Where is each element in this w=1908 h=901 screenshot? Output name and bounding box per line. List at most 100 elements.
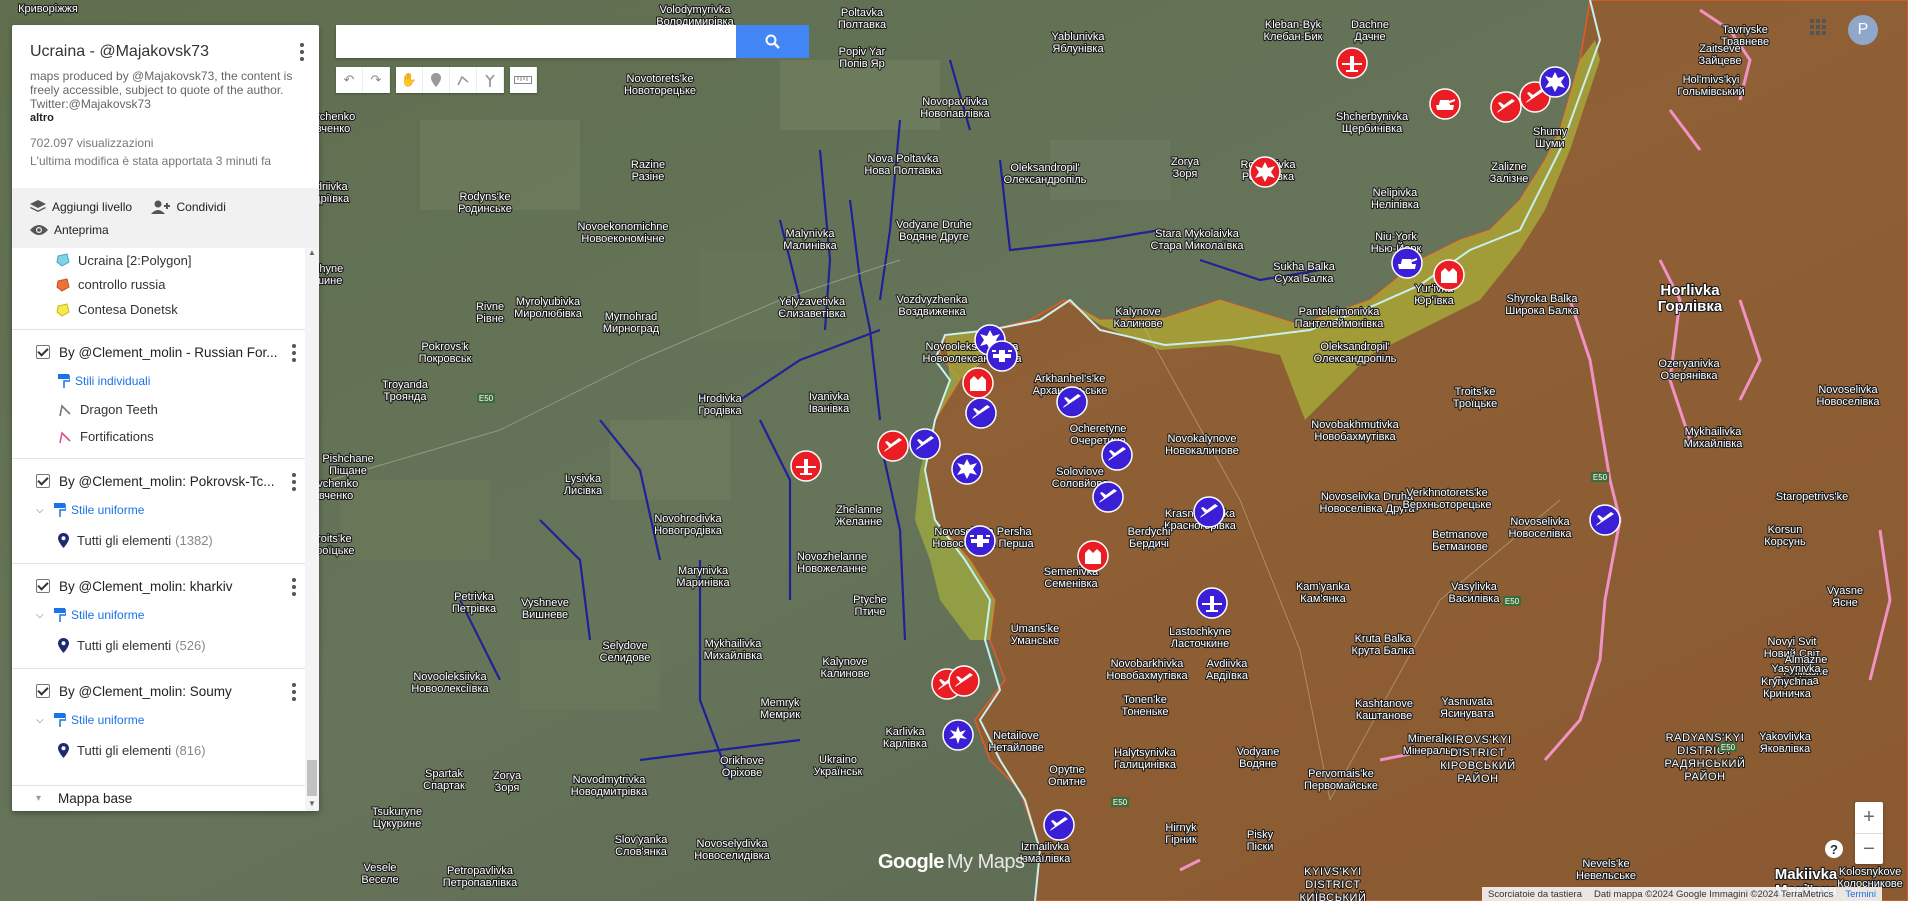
layer-title-row[interactable]: By @Clement_molin: Pokrovsk-Tc... (12, 467, 319, 495)
panel-scrollbar[interactable]: ▲ ▼ (305, 248, 319, 811)
help-icon[interactable]: ? (1825, 840, 1843, 858)
terms-link[interactable]: Termini (1839, 889, 1882, 900)
layer-visibility-checkbox[interactable] (36, 684, 50, 698)
place-label: Novoselydivka Новоселидівка (694, 838, 770, 862)
user-avatar[interactable]: P (1848, 15, 1878, 45)
legend-group: Ucraina [2:Polygon] controllo russia Con… (12, 248, 319, 322)
ukrainian-event-marker[interactable] (909, 428, 941, 460)
ukrainian-event-marker[interactable] (1391, 247, 1423, 279)
hand-icon[interactable]: ✋ (396, 67, 423, 93)
legend-item-contesa-donetsk[interactable]: Contesa Donetsk (12, 297, 319, 322)
place-label: Hirnyk Гірник (1165, 822, 1197, 846)
russian-event-marker[interactable] (1336, 47, 1368, 79)
chevron-down-icon[interactable]: ⌵ (36, 610, 54, 621)
layer-options-icon[interactable] (291, 344, 297, 365)
basemap-row[interactable]: ▾ Mappa base (12, 785, 305, 811)
keyboard-shortcuts-link[interactable]: Scorciatoie da tastiera (1482, 889, 1588, 900)
layer-options-icon[interactable] (291, 473, 297, 494)
layer-style-label: Stili individuali (75, 374, 151, 388)
place-label: Novohrodivka Новогродівка (654, 513, 723, 537)
ukrainian-event-marker[interactable] (951, 453, 983, 485)
layer-style-link[interactable]: Stili individuali (12, 366, 319, 396)
add-layer-button[interactable]: Aggiungi livello (30, 196, 132, 218)
russian-event-marker[interactable] (962, 367, 994, 399)
layers-list[interactable]: Ucraina [2:Polygon] controllo russia Con… (12, 248, 319, 811)
scrollbar-thumb[interactable] (307, 760, 317, 796)
ukrainian-event-marker[interactable] (965, 397, 997, 429)
layer-style-link[interactable]: ⌵ Stile uniforme (12, 495, 319, 525)
layer-all-elements[interactable]: Tutti gli elementi (816) (12, 735, 319, 765)
russian-event-marker[interactable] (1490, 91, 1522, 123)
ukrainian-event-marker[interactable] (942, 719, 974, 751)
share-button[interactable]: Condividi (150, 196, 226, 218)
map-options-icon[interactable] (299, 43, 305, 61)
ruler-icon[interactable] (510, 67, 537, 93)
place-label: Kashtanove Каштанове (1355, 698, 1413, 722)
place-label: Rivne Рівне (476, 301, 504, 325)
russian-event-marker[interactable] (1249, 156, 1281, 188)
layer-visibility-checkbox[interactable] (36, 345, 50, 359)
layer-all-elements[interactable]: Tutti gli elementi (526) (12, 630, 319, 660)
ukrainian-event-marker[interactable] (1193, 496, 1225, 528)
ukrainian-event-marker[interactable] (1101, 439, 1133, 471)
apps-grid-icon[interactable] (1809, 18, 1827, 36)
search-button[interactable] (736, 25, 809, 58)
undo-icon[interactable]: ↶ (336, 67, 363, 93)
russian-event-marker[interactable] (948, 665, 980, 697)
place-label: Spartak Спартак (423, 768, 465, 792)
ukrainian-event-marker[interactable] (1056, 386, 1088, 418)
layer-visibility-checkbox[interactable] (36, 474, 50, 488)
map-pin-icon (58, 742, 69, 758)
layer-title-row[interactable]: By @Clement_molin - Russian For... (12, 338, 319, 366)
legend-item-ucraina[interactable]: Ucraina [2:Polygon] (12, 248, 319, 272)
layer-title-row[interactable]: By @Clement_molin: Soumy (12, 677, 319, 705)
scroll-up-icon[interactable]: ▲ (305, 248, 319, 260)
layer-title[interactable]: By @Clement_molin - Russian For... (59, 345, 278, 360)
layer-style-link[interactable]: ⌵ Stile uniforme (12, 600, 319, 630)
layer-options-icon[interactable] (291, 683, 297, 704)
legend-item-controllo-russia[interactable]: controllo russia (12, 272, 319, 297)
russian-event-marker[interactable] (790, 450, 822, 482)
preview-button[interactable]: Anteprima (30, 219, 109, 241)
more-link[interactable]: altro (30, 112, 301, 124)
place-label: Nelipivka Неліпівка (1371, 187, 1420, 211)
place-label: Avdiivka Авдіївка (1206, 658, 1249, 682)
layer-item-dragon-teeth[interactable]: Dragon Teeth (12, 396, 319, 423)
place-label: Yablunivka Яблунівка (1052, 31, 1106, 55)
redo-icon[interactable]: ↷ (363, 67, 390, 93)
layer-title[interactable]: By @Clement_molin: Pokrovsk-Tc... (59, 474, 275, 489)
zoom-in-button[interactable]: + (1855, 802, 1883, 834)
ukrainian-event-marker[interactable] (964, 525, 996, 557)
zoom-out-button[interactable]: − (1855, 834, 1883, 865)
russian-event-marker[interactable] (1429, 88, 1461, 120)
map-title[interactable]: Ucraina - @Majakovsk73 (30, 43, 301, 61)
chevron-down-icon[interactable]: ▾ (36, 793, 58, 804)
ukrainian-event-marker[interactable] (1539, 66, 1571, 98)
scroll-down-icon[interactable]: ▼ (305, 799, 319, 811)
layer-title[interactable]: By @Clement_molin: kharkiv (59, 579, 233, 594)
ukrainian-event-marker[interactable] (1092, 481, 1124, 513)
search-input[interactable] (336, 25, 736, 58)
draw-line-icon[interactable] (450, 67, 477, 93)
place-label: Yelyzavetivka Єлизаветівка (778, 296, 846, 320)
russian-event-marker[interactable] (1433, 259, 1465, 291)
add-marker-icon[interactable] (423, 67, 450, 93)
ukrainian-event-marker[interactable] (1589, 504, 1621, 536)
chevron-down-icon[interactable]: ⌵ (36, 505, 54, 516)
directions-icon[interactable] (477, 67, 504, 93)
russian-event-marker[interactable] (1077, 540, 1109, 572)
ukrainian-event-marker[interactable] (1043, 809, 1075, 841)
layer-all-elements[interactable]: Tutti gli elementi (1382) (12, 525, 319, 555)
place-label: Petropavlivka Петропавлівка (443, 865, 518, 889)
layer-style-link[interactable]: ⌵ Stile uniforme (12, 705, 319, 735)
layer-item-fortifications[interactable]: Fortifications (12, 423, 319, 450)
layer-title[interactable]: By @Clement_molin: Soumy (59, 684, 232, 699)
layer-item-label: Fortifications (80, 429, 154, 444)
ukrainian-event-marker[interactable] (986, 340, 1018, 372)
russian-event-marker[interactable] (877, 430, 909, 462)
chevron-down-icon[interactable]: ⌵ (36, 715, 54, 726)
layer-visibility-checkbox[interactable] (36, 579, 50, 593)
layer-options-icon[interactable] (291, 578, 297, 599)
layer-title-row[interactable]: By @Clement_molin: kharkiv (12, 572, 319, 600)
ukrainian-event-marker[interactable] (1196, 587, 1228, 619)
